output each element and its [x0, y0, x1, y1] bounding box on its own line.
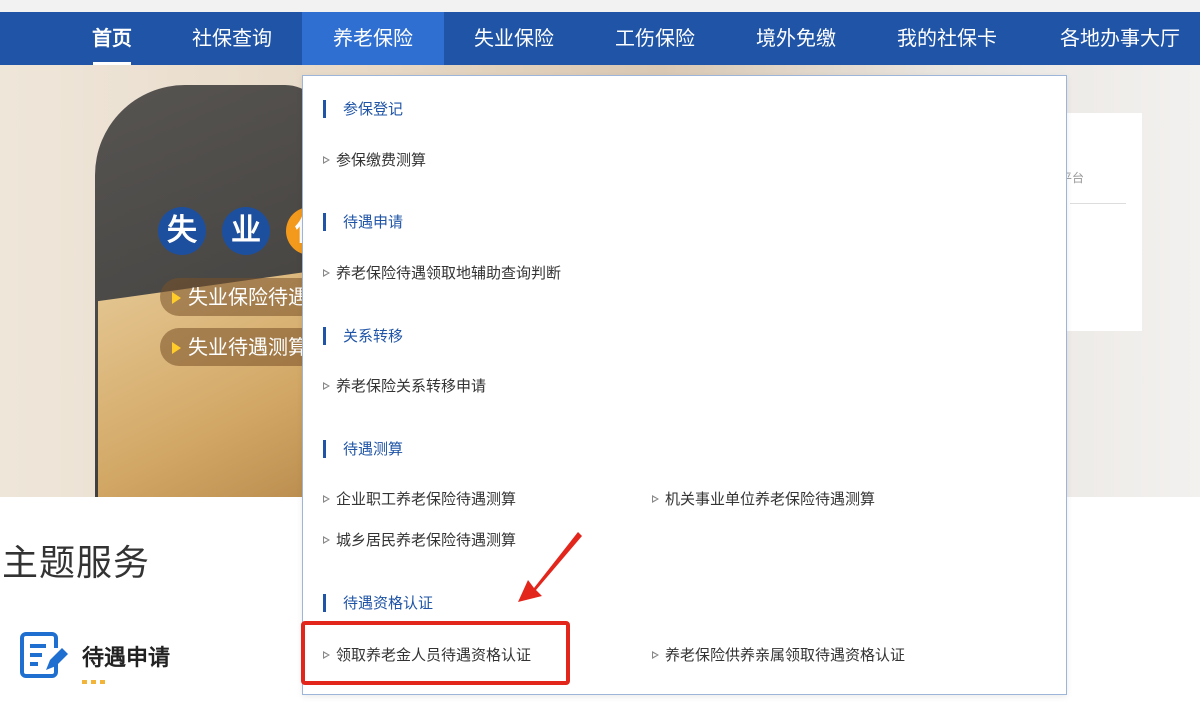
- category-title: 待遇测算: [323, 440, 403, 458]
- nav-social-security-query[interactable]: 社保查询: [170, 12, 294, 65]
- dropdown-link-label: 企业职工养老保险待遇测算: [336, 490, 517, 508]
- banner-char-2: 业: [222, 207, 270, 255]
- nav-unemployment-insurance[interactable]: 失业保险: [452, 12, 576, 65]
- dropdown-link[interactable]: 养老保险待遇领取地辅助查询判断: [323, 263, 561, 283]
- triangle-bullet-icon: [172, 342, 181, 354]
- triangle-bullet-icon: [323, 156, 330, 164]
- dropdown-link[interactable]: 企业职工养老保险待遇测算: [323, 489, 516, 509]
- banner-pill-2-label: 失业待遇测算: [188, 335, 308, 359]
- category-title: 关系转移: [323, 327, 403, 345]
- triangle-bullet-icon: [323, 536, 330, 544]
- section-title: 主题服务: [2, 543, 151, 584]
- nav-my-social-card[interactable]: 我的社保卡: [874, 12, 1020, 65]
- dropdown-link-label: 机关事业单位养老保险待遇测算: [665, 490, 876, 508]
- service-label[interactable]: 待遇申请: [82, 640, 170, 672]
- dropdown-link-label: 养老保险关系转移申请: [336, 377, 487, 395]
- dropdown-link-label: 参保缴费测算: [336, 151, 427, 169]
- dropdown-link-label: 养老保险供养亲属领取待遇资格认证: [665, 646, 906, 664]
- red-arrow-icon: [518, 532, 582, 602]
- nav-overseas-exemption[interactable]: 境外免缴: [734, 12, 858, 65]
- banner-char-1: 失: [158, 207, 206, 255]
- triangle-bullet-icon: [323, 495, 330, 503]
- main-nav: 首页 社保查询 养老保险 失业保险 工伤保险 境外免缴 我的社保卡 各地办事大厅: [0, 12, 1200, 65]
- category-title: 参保登记: [323, 100, 403, 118]
- dropdown-link-label: 养老保险待遇领取地辅助查询判断: [336, 264, 562, 282]
- service-underline-dots: [82, 680, 106, 684]
- triangle-bullet-icon: [172, 292, 181, 304]
- dropdown-link[interactable]: 养老保险关系转移申请: [323, 376, 486, 396]
- banner-pill-2[interactable]: 失业待遇测算: [160, 328, 320, 366]
- category-title: 待遇申请: [323, 213, 403, 231]
- highlight-annotation-box: [301, 621, 570, 685]
- triangle-bullet-icon: [323, 269, 330, 277]
- banner-pill-1-label: 失业保险待遇: [188, 285, 308, 309]
- dropdown-link[interactable]: 养老保险供养亲属领取待遇资格认证: [652, 645, 905, 665]
- banner-pill-1[interactable]: 失业保险待遇: [160, 278, 320, 316]
- nav-service-halls[interactable]: 各地办事大厅: [1040, 12, 1200, 65]
- dropdown-link-label: 城乡居民养老保险待遇测算: [336, 531, 517, 549]
- triangle-bullet-icon: [323, 382, 330, 390]
- top-strip: [0, 0, 1200, 12]
- category-title: 待遇资格认证: [323, 594, 433, 612]
- divider: [1070, 203, 1126, 204]
- dropdown-link[interactable]: 城乡居民养老保险待遇测算: [323, 530, 516, 550]
- nav-work-injury-insurance[interactable]: 工伤保险: [593, 12, 717, 65]
- triangle-bullet-icon: [652, 651, 659, 659]
- banner-side-card: 平台: [1060, 113, 1142, 331]
- pension-dropdown-menu: 参保登记 参保缴费测算 待遇申请 养老保险待遇领取地辅助查询判断 关系转移 养老…: [302, 75, 1067, 695]
- triangle-bullet-icon: [652, 495, 659, 503]
- nav-pension-insurance[interactable]: 养老保险: [302, 12, 444, 65]
- nav-home[interactable]: 首页: [72, 12, 152, 65]
- dropdown-link[interactable]: 机关事业单位养老保险待遇测算: [652, 489, 875, 509]
- document-edit-icon: [20, 632, 68, 678]
- dropdown-link[interactable]: 参保缴费测算: [323, 150, 426, 170]
